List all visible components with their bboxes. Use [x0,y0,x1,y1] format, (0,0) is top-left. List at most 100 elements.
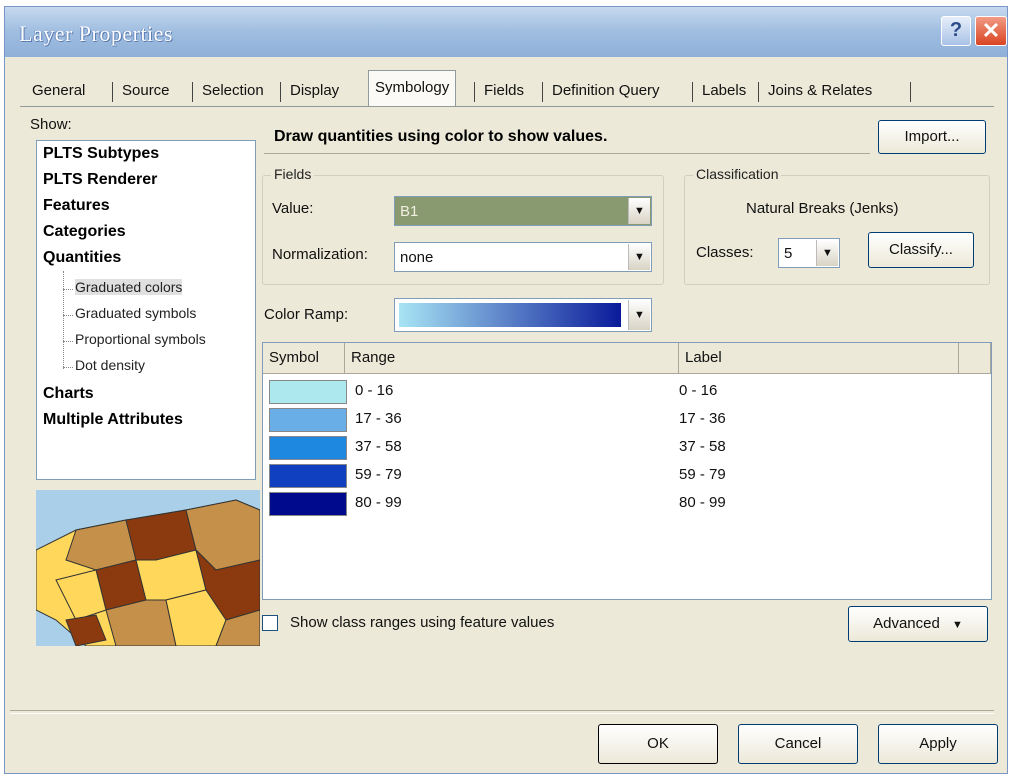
close-button[interactable]: ✕ [975,16,1007,46]
label-cell[interactable]: 37 - 58 [679,438,726,455]
tab-source[interactable]: Source [122,76,170,106]
show-item-plts-subtypes[interactable]: PLTS Subtypes [43,145,159,163]
show-label: Show: [30,116,72,133]
normalization-dropdown[interactable]: none ▼ [394,242,652,272]
range-cell[interactable]: 59 - 79 [355,466,402,483]
range-cell[interactable]: 37 - 58 [355,438,402,455]
show-item-categories[interactable]: Categories [43,223,126,241]
tab-symbology[interactable]: Symbology [368,70,457,106]
chevron-down-icon[interactable]: ▼ [628,198,650,224]
table-row[interactable]: 0 - 16 0 - 16 [263,379,991,407]
tab-definition-query[interactable]: Definition Query [552,76,660,106]
apply-button[interactable]: Apply [878,724,998,764]
label-cell[interactable]: 59 - 79 [679,466,726,483]
header-spacer [959,343,991,373]
tab-strip: General Source Selection Display Symbolo… [28,70,973,106]
bottom-separator [10,710,994,714]
show-item-graduated-symbols[interactable]: Graduated symbols [75,305,196,321]
range-cell[interactable]: 17 - 36 [355,410,402,427]
tree-connector [63,271,65,369]
show-item-multiple-attributes[interactable]: Multiple Attributes [43,411,183,429]
table-row[interactable]: 37 - 58 37 - 58 [263,435,991,463]
classes-selected: 5 [784,245,793,262]
symbol-swatch[interactable] [269,464,347,488]
title-bar[interactable]: Layer Properties ? ✕ [5,7,1007,57]
tab-general[interactable]: General [32,76,85,106]
show-item-features[interactable]: Features [43,197,110,215]
ok-button[interactable]: OK [598,724,718,764]
color-ramp-swatch [399,303,621,327]
chevron-down-icon[interactable]: ▼ [816,240,838,266]
show-item-charts[interactable]: Charts [43,385,94,403]
import-button[interactable]: Import... [878,120,986,154]
tab-separator [910,82,911,102]
show-list: PLTS Subtypes PLTS Renderer Features Cat… [36,140,256,480]
tab-separator [112,82,113,102]
tree-connector [63,367,73,369]
value-label: Value: [272,200,314,217]
tab-separator [758,82,759,102]
caret-down-icon: ▼ [952,619,963,631]
classes-dropdown[interactable]: 5 ▼ [778,238,840,268]
renderer-description-bar: Draw quantities using color to show valu… [264,120,870,154]
tab-fields[interactable]: Fields [484,76,524,106]
show-item-dot-density[interactable]: Dot density [75,357,145,373]
window-title: Layer Properties [19,21,173,46]
color-ramp-label: Color Ramp: [264,306,349,323]
symbol-swatch[interactable] [269,408,347,432]
table-row[interactable]: 17 - 36 17 - 36 [263,407,991,435]
label-cell[interactable]: 0 - 16 [679,382,717,399]
tab-joins-relates[interactable]: Joins & Relates [768,76,872,106]
tab-separator [192,82,193,102]
classification-group: Classification [684,166,990,285]
classification-method: Natural Breaks (Jenks) [746,200,899,217]
tab-display[interactable]: Display [290,76,339,106]
advanced-label: Advanced [873,615,940,632]
tab-labels[interactable]: Labels [702,76,746,106]
header-symbol[interactable]: Symbol [263,343,345,373]
tree-connector [63,289,73,291]
normalization-selected: none [400,249,434,266]
tree-connector [63,315,73,317]
symbol-swatch[interactable] [269,436,347,460]
tab-separator [474,82,475,102]
help-button[interactable]: ? [941,16,971,46]
tab-selection[interactable]: Selection [202,76,264,106]
renderer-description: Draw quantities using color to show valu… [274,128,608,145]
show-item-plts-renderer[interactable]: PLTS Renderer [43,171,157,189]
header-range[interactable]: Range [345,343,679,373]
table-row[interactable]: 80 - 99 80 - 99 [263,491,991,519]
table-header: Symbol Range Label [263,343,991,374]
table-row[interactable]: 59 - 79 59 - 79 [263,463,991,491]
advanced-button[interactable]: Advanced ▼ [848,606,988,642]
classes-label: Classes: [696,244,754,261]
value-field-dropdown[interactable]: B1 ▼ [394,196,652,226]
symbol-swatch[interactable] [269,380,347,404]
show-item-quantities[interactable]: Quantities [43,249,121,267]
cancel-button[interactable]: Cancel [738,724,858,764]
classification-group-title: Classification [693,166,782,182]
color-ramp-dropdown[interactable]: ▼ [394,298,652,332]
chevron-down-icon[interactable]: ▼ [628,300,650,330]
show-class-ranges-checkbox[interactable] [262,615,278,631]
range-cell[interactable]: 0 - 16 [355,382,393,399]
fields-group-title: Fields [271,166,315,182]
value-field-selected: B1 [400,203,419,220]
label-cell[interactable]: 80 - 99 [679,494,726,511]
symbol-swatch[interactable] [269,492,347,516]
class-symbol-table: Symbol Range Label 0 - 16 0 - 16 17 - 36… [262,342,992,600]
label-cell[interactable]: 17 - 36 [679,410,726,427]
tab-separator [542,82,543,102]
header-label[interactable]: Label [679,343,959,373]
show-class-ranges-label: Show class ranges using feature values [290,614,555,631]
range-cell[interactable]: 80 - 99 [355,494,402,511]
show-item-proportional-symbols[interactable]: Proportional symbols [75,331,206,347]
classify-button[interactable]: Classify... [868,232,974,268]
tab-separator [280,82,281,102]
normalization-label: Normalization: [272,246,368,263]
tab-separator [692,82,693,102]
chevron-down-icon[interactable]: ▼ [628,244,650,270]
show-item-graduated-colors[interactable]: Graduated colors [75,279,183,295]
africa-map-icon [36,490,260,646]
map-preview-image [36,490,260,646]
